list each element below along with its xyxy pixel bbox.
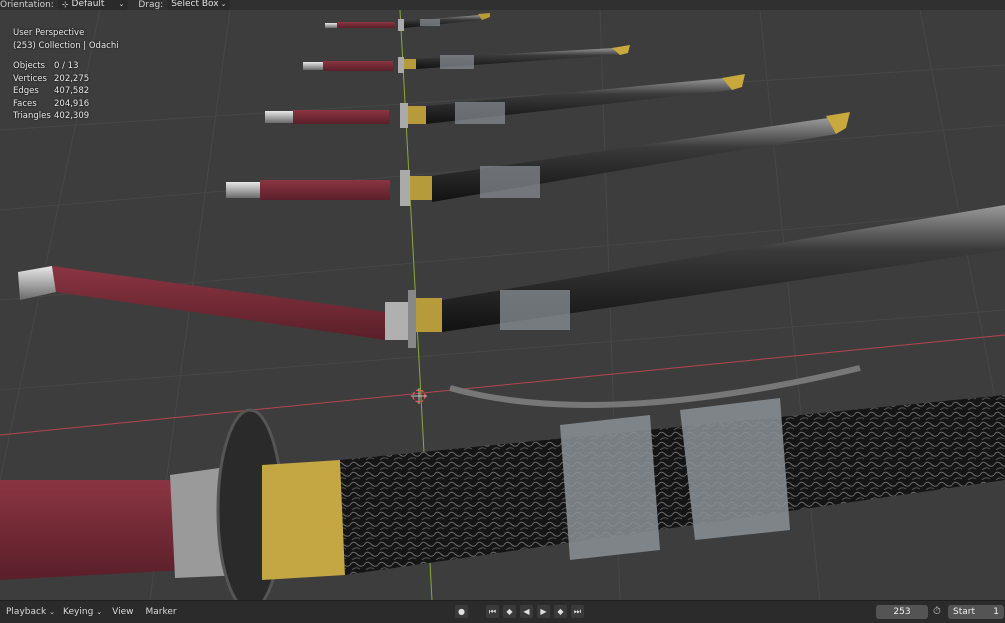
playback-label: Playback: [6, 607, 47, 617]
stat-value: 402,309: [54, 111, 90, 121]
stopwatch-icon[interactable]: ⏱: [933, 606, 945, 618]
3d-cursor[interactable]: [411, 388, 427, 404]
current-frame-field[interactable]: 253: [876, 605, 928, 619]
stat-label: Faces: [13, 98, 37, 109]
record-icon[interactable]: ●: [455, 605, 468, 618]
drag-value: Select Box: [171, 0, 219, 9]
keying-menu[interactable]: Keying ⌄: [63, 607, 102, 617]
drag-label: Drag:: [138, 0, 164, 10]
keying-label: Keying: [63, 607, 94, 617]
orientation-label: Orientation:: [0, 0, 54, 10]
sword-closeup[interactable]: [0, 365, 1005, 600]
stat-label: Edges: [13, 86, 39, 96]
orientation-value: Default: [71, 0, 105, 9]
next-keyframe-icon[interactable]: ◆: [554, 605, 567, 618]
timeline-bar: Playback ⌄ Keying ⌄ View Marker ● ⏮ ◆ ◀ ▶ …: [0, 600, 1005, 623]
jump-end-icon[interactable]: ⏭: [571, 605, 584, 618]
stat-value: 407,582: [54, 86, 90, 96]
start-label: Start: [953, 607, 975, 617]
chevron-down-icon: ⌄: [220, 0, 227, 8]
sword-3[interactable]: [265, 74, 745, 128]
playback-menu[interactable]: Playback ⌄: [6, 607, 55, 617]
orientation-dropdown[interactable]: ⊹ Default ⌄: [57, 0, 129, 10]
play-reverse-icon[interactable]: ◀: [520, 605, 533, 618]
stat-value: 204,916: [54, 98, 90, 109]
viewport-scene: [0, 10, 1005, 600]
drag-dropdown[interactable]: Select Box ⌄: [167, 0, 231, 10]
start-frame-field[interactable]: Start 1: [948, 605, 1004, 619]
stat-value: 0 / 13: [54, 61, 79, 71]
sword-4[interactable]: [226, 112, 850, 206]
chevron-down-icon: ⌄: [118, 0, 125, 8]
view-menu[interactable]: View: [112, 607, 133, 617]
stat-label: Objects: [13, 61, 46, 71]
sword-5[interactable]: [18, 205, 1005, 348]
start-value: 1: [993, 607, 999, 617]
stat-label: Triangles: [13, 111, 51, 121]
sword-1[interactable]: [325, 13, 490, 31]
jump-start-icon[interactable]: ⏮: [486, 605, 499, 618]
viewport-info-overlay: User Perspective (253) Collection | Odac…: [13, 27, 119, 123]
stat-value: 202,275: [54, 73, 90, 84]
marker-menu[interactable]: Marker: [146, 607, 177, 617]
collection-name: (253) Collection | Odachi: [13, 40, 119, 51]
header-toolbar: Orientation: ⊹ Default ⌄ Drag: Select Bo…: [0, 0, 1005, 10]
gizmo-icon: ⊹: [61, 0, 69, 9]
chevron-down-icon: ⌄: [96, 608, 103, 616]
view-name: User Perspective: [13, 28, 85, 38]
prev-keyframe-icon[interactable]: ◆: [503, 605, 516, 618]
stat-label: Vertices: [13, 73, 47, 84]
3d-viewport[interactable]: User Perspective (253) Collection | Odac…: [0, 10, 1005, 600]
sword-2[interactable]: [303, 45, 630, 73]
playback-controls: ● ⏮ ◆ ◀ ▶ ◆ ⏭: [455, 605, 584, 618]
chevron-down-icon: ⌄: [49, 608, 56, 616]
scene-statistics: Objects 0 / 13 Vertices 202,275 Edges 407,5…: [13, 60, 119, 123]
play-icon[interactable]: ▶: [537, 605, 550, 618]
